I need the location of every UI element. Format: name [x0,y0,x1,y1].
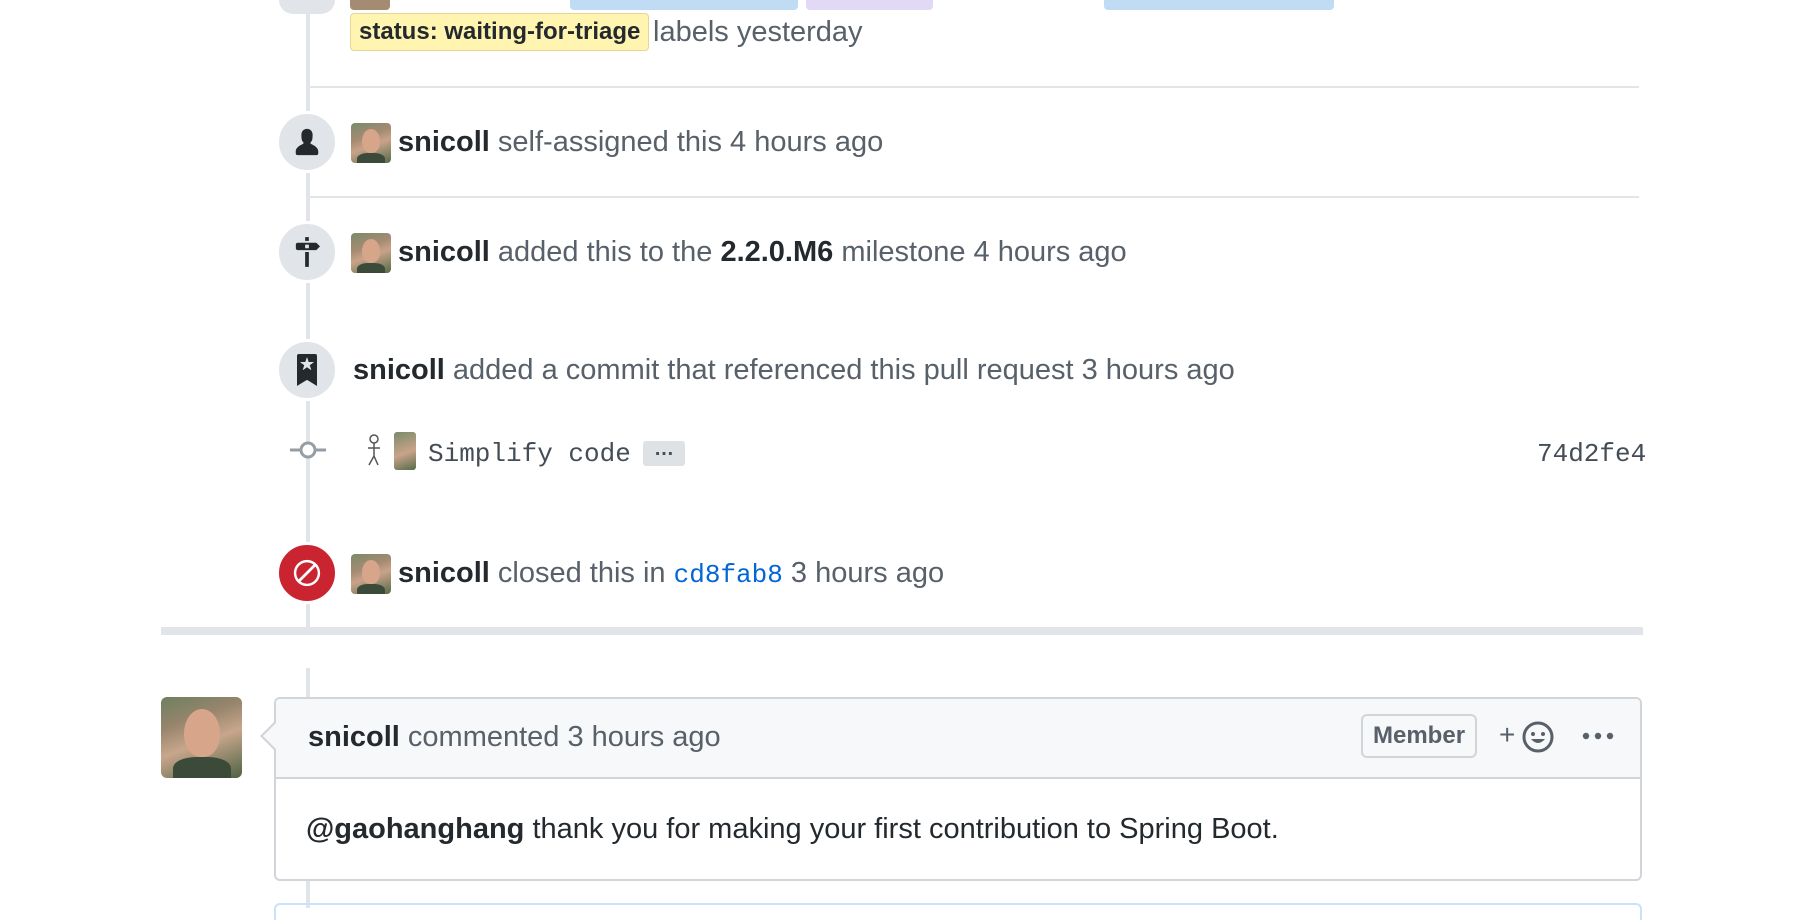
user-mention[interactable]: @gaohanghang [306,813,524,845]
partial-label [1104,0,1334,10]
member-badge: Member [1361,714,1478,758]
person-icon [295,128,319,156]
commit-icon [290,438,326,462]
milestone-link[interactable]: 2.2.0.M6 [720,236,833,268]
assign-event-line: snicoll self-assigned this 4 hours ago [398,125,883,159]
reference-event-badge [276,339,338,401]
label-status-waiting-for-triage[interactable]: status: waiting-for-triage [350,13,650,51]
closed-text-before: closed this in [497,557,666,589]
comment-header-line: snicoll commented 3 hours ago [308,720,721,754]
timeline-divider [310,86,1639,88]
avatar[interactable] [351,233,391,273]
comment-author-link[interactable]: snicoll [308,721,400,753]
comment-more-button[interactable] [1576,721,1620,751]
avatar[interactable] [351,123,391,163]
partial-label [806,0,933,10]
add-reaction-button[interactable]: + [1499,718,1559,754]
co-author-avatar[interactable] [362,432,386,468]
author-link[interactable]: snicoll [398,557,490,589]
comment-body: @gaohanghang thank you for making your f… [306,812,1279,846]
milestone-icon [295,237,320,267]
commit-message[interactable]: Simplify code [428,437,631,471]
milestone-text-after: milestone 4 hours ago [841,236,1127,268]
author-link[interactable]: snicoll [398,236,490,268]
closing-commit-link[interactable]: cd8fab8 [674,560,783,590]
author-link[interactable]: snicoll [353,354,445,386]
circle-slash-icon [293,559,321,587]
reference-event-text: added a commit that referenced this pull… [452,354,1235,386]
milestone-event-badge [276,221,338,283]
milestone-text-before: added this to the [497,236,713,268]
closed-event-line: snicoll closed this in cd8fab8 3 hours a… [398,556,944,592]
commit-sha[interactable]: 74d2fe4 [1537,437,1646,471]
assign-event-badge [276,111,338,173]
kebab-horizontal-icon [1582,732,1614,740]
comment-meta[interactable]: commented 3 hours ago [408,721,721,753]
timeline-divider [310,196,1639,198]
milestone-event-line: snicoll added this to the 2.2.0.M6 miles… [398,235,1127,269]
comment-author-avatar[interactable] [161,697,242,778]
next-comment-edge [274,903,1642,920]
top-partial-avatar [350,0,390,10]
top-partial-badge [279,0,335,14]
closed-event-badge [276,542,338,604]
partial-label [570,0,798,10]
timeline-rail-lower [306,668,310,698]
labels-event-text: labels yesterday [653,16,863,48]
comment: snicoll commented 3 hours ago Member + @… [274,697,1642,881]
comment-header: snicoll commented 3 hours ago Member + [276,699,1640,779]
bookmark-icon [297,354,317,386]
comment-body-text: thank you for making your first contribu… [532,813,1279,845]
author-link[interactable]: snicoll [398,126,490,158]
assign-event-text: self-assigned this 4 hours ago [497,126,884,158]
commit-expand-button[interactable]: … [643,439,685,466]
reference-event-line: snicoll added a commit that referenced t… [353,353,1235,387]
plus-icon: + [1499,719,1516,750]
timeline-rail [306,0,310,627]
avatar[interactable] [394,432,416,470]
avatar[interactable] [351,554,391,594]
smiley-icon [1522,721,1554,753]
comment-pointer-inner [263,723,276,749]
closed-text-after: 3 hours ago [790,557,945,589]
timeline-end-separator [161,627,1643,635]
